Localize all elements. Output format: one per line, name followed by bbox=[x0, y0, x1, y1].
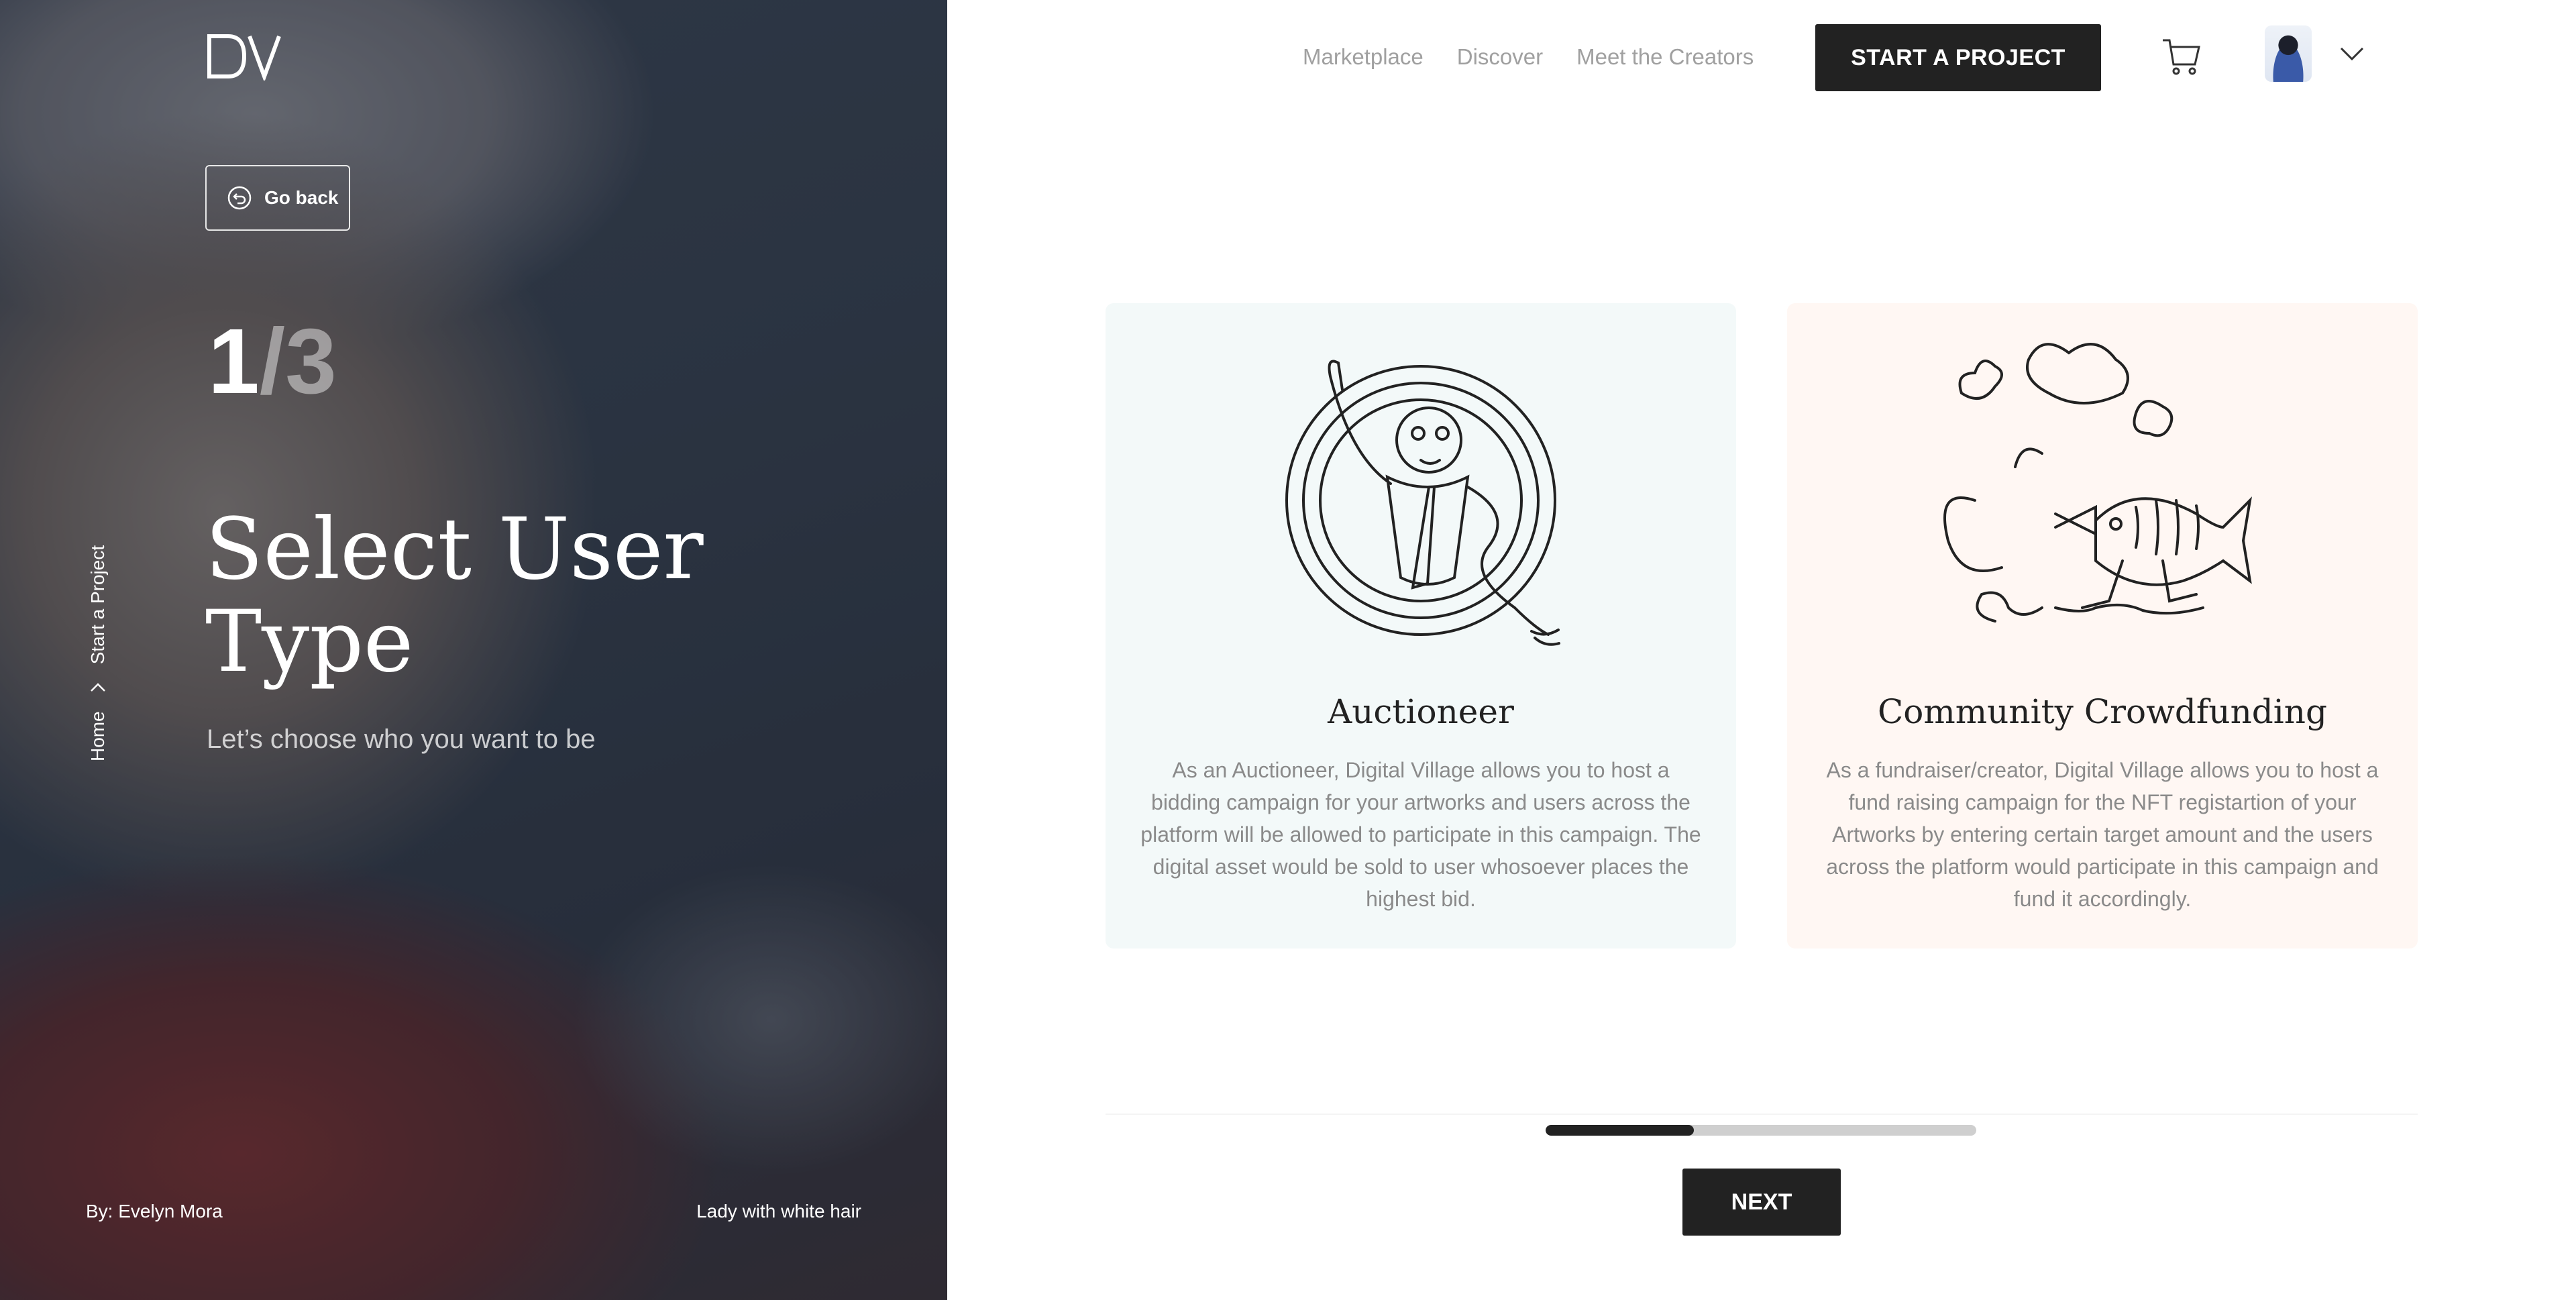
card-description: As a fundraiser/creator, Digital Village… bbox=[1826, 758, 2379, 911]
chevron-right-icon bbox=[91, 683, 105, 692]
start-project-button[interactable]: START A PROJECT bbox=[1815, 24, 2101, 91]
breadcrumb-current: Start a Project bbox=[87, 545, 108, 665]
card-description: As an Auctioneer, Digital Village allows… bbox=[1140, 758, 1701, 911]
section-divider bbox=[1106, 1114, 2418, 1115]
hero-panel: Go back 1/3 Select User Type Let’s choos… bbox=[0, 0, 947, 1300]
next-button[interactable]: NEXT bbox=[1682, 1169, 1841, 1236]
nav-discover[interactable]: Discover bbox=[1457, 44, 1543, 70]
nav-meet-creators[interactable]: Meet the Creators bbox=[1576, 44, 1754, 70]
crowdfunding-illustration bbox=[1943, 343, 2252, 622]
page-subtitle: Let’s choose who you want to be bbox=[207, 724, 596, 754]
step-counter: 1/3 bbox=[208, 315, 337, 408]
step-total: /3 bbox=[259, 310, 337, 413]
step-current: 1 bbox=[208, 310, 260, 413]
undo-icon bbox=[227, 186, 252, 210]
go-back-button[interactable]: Go back bbox=[205, 165, 350, 231]
nav-marketplace[interactable]: Marketplace bbox=[1303, 44, 1424, 70]
avatar[interactable] bbox=[2265, 25, 2312, 82]
page-title: Select User Type bbox=[205, 500, 704, 691]
dv-logo[interactable] bbox=[205, 32, 283, 80]
cart-icon[interactable] bbox=[2160, 35, 2203, 78]
image-credit-title: Lady with white hair bbox=[696, 1201, 861, 1222]
card-title: Auctioneer bbox=[1328, 692, 1514, 731]
user-type-card-auctioneer[interactable]: Auctioneer As an Auctioneer, Digital Vil… bbox=[1106, 303, 1736, 949]
breadcrumb: Home Start a Project bbox=[87, 545, 109, 761]
step-progress-fill bbox=[1546, 1125, 1695, 1136]
main-nav: Marketplace Discover Meet the Creators bbox=[1303, 44, 1754, 70]
card-title: Community Crowdfunding bbox=[1878, 692, 2327, 731]
chevron-down-icon[interactable] bbox=[2339, 44, 2365, 64]
go-back-label: Go back bbox=[264, 187, 339, 208]
image-credit-author: By: Evelyn Mora bbox=[86, 1201, 223, 1222]
breadcrumb-home[interactable]: Home bbox=[87, 711, 109, 761]
user-type-card-crowdfunding[interactable]: Community Crowdfunding As a fundraiser/c… bbox=[1787, 303, 2418, 949]
step-progress-bar bbox=[1546, 1125, 1976, 1136]
auctioneer-illustration bbox=[1285, 360, 1560, 646]
